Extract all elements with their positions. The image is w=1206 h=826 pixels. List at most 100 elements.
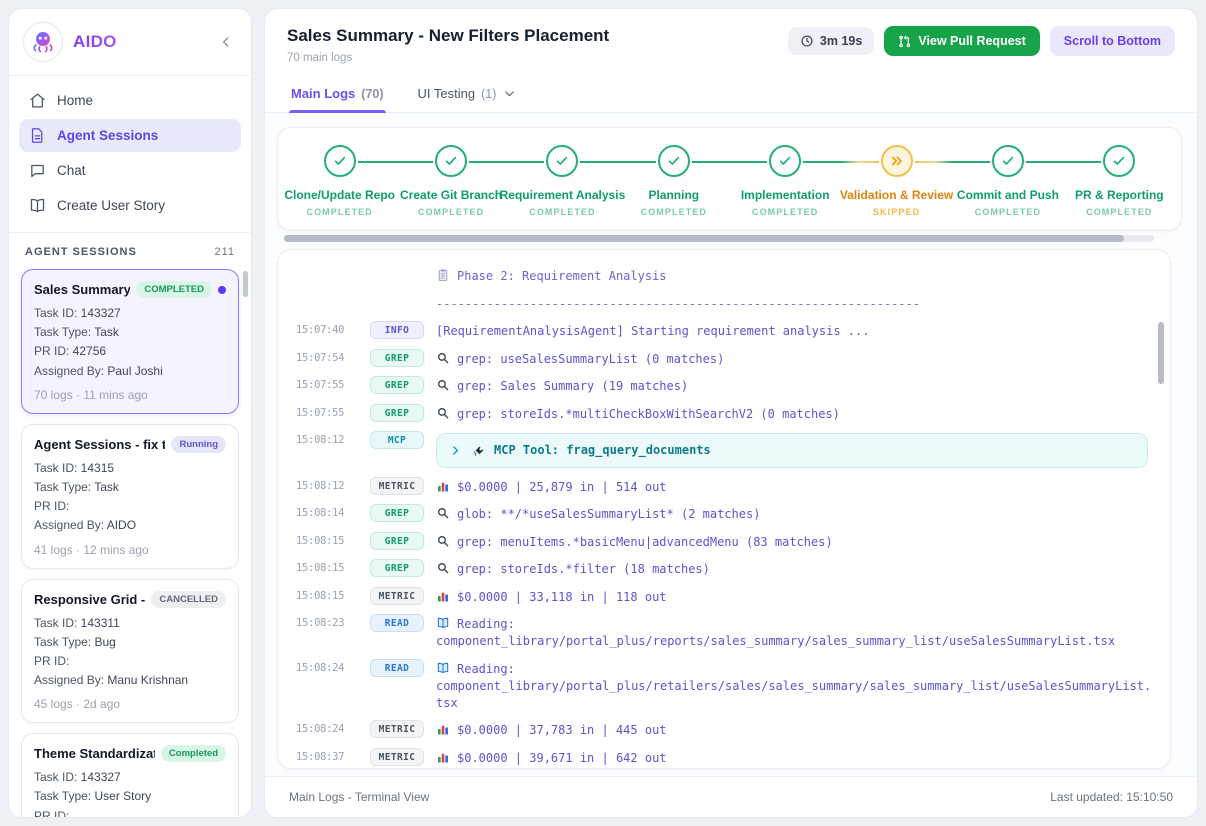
log-rows: Phase 2: Requirement Analysis-----------… — [296, 266, 1152, 769]
tab-label: UI Testing — [418, 86, 476, 101]
open-book-icon — [436, 616, 450, 630]
unread-dot — [218, 286, 226, 294]
sessions-header-label: AGENT SESSIONS — [25, 246, 137, 258]
pipeline-step-clone-update-repo: Clone/Update RepoCOMPLETED — [284, 145, 395, 217]
log-badge-info: INFO — [370, 321, 424, 339]
log-text: $0.0000 | 33,118 in | 118 out — [457, 590, 667, 604]
log-timestamp — [296, 266, 358, 269]
footer-last-updated: Last updated: 15:10:50 — [1050, 790, 1173, 804]
log-terminal-card: Phase 2: Requirement Analysis-----------… — [277, 249, 1171, 769]
step-connector — [618, 161, 656, 163]
check-icon[interactable] — [324, 145, 356, 177]
session-field: Task ID: 143327 — [34, 304, 226, 323]
check-icon[interactable] — [769, 145, 801, 177]
main-panel: Sales Summary - New Filters Placement 70… — [264, 8, 1198, 818]
log-text: grep: storeIds.*multiCheckBoxWithSearchV… — [457, 407, 840, 421]
step-connector — [580, 161, 618, 163]
session-field: Task Type: User Story — [34, 787, 226, 806]
session-field: Assigned By: AIDO — [34, 516, 226, 535]
session-card[interactable]: Theme Standardization...CompletedTask ID… — [21, 733, 239, 817]
log-badge-metric: METRIC — [370, 720, 424, 738]
session-title: Agent Sessions - fix the d... — [34, 437, 165, 452]
session-field: PR ID: — [34, 497, 226, 516]
log-timestamp: 15:08:24 — [296, 659, 358, 674]
pipeline-card: Clone/Update RepoCOMPLETEDCreate Git Bra… — [277, 127, 1182, 231]
step-status: COMPLETED — [418, 207, 484, 217]
tab-main-logs[interactable]: Main Logs(70) — [289, 76, 386, 112]
log-text: [RequirementAnalysisAgent] Starting requ… — [436, 324, 869, 338]
tab-ui-testing[interactable]: UI Testing(1) — [416, 76, 520, 112]
page-subtitle: 70 main logs — [287, 52, 609, 64]
step-status: COMPLETED — [641, 207, 707, 217]
log-row: 15:08:37METRIC$0.0000 | 39,671 in | 642 … — [296, 748, 1152, 767]
search-icon — [436, 506, 450, 520]
check-icon[interactable] — [658, 145, 690, 177]
log-message: grep: Sales Summary (19 matches) — [436, 376, 1152, 395]
log-timestamp: 15:08:24 — [296, 720, 358, 735]
log-message: grep: useSalesSummaryList (0 matches) — [436, 349, 1152, 368]
duration-pill: 3m 19s — [788, 27, 874, 55]
sidebar-item-chat[interactable]: Chat — [19, 154, 241, 187]
sidebar-item-create-user-story[interactable]: Create User Story — [19, 189, 241, 222]
main-content: Clone/Update RepoCOMPLETEDCreate Git Bra… — [265, 113, 1197, 776]
log-badge-metric: METRIC — [370, 477, 424, 495]
view-pull-request-button[interactable]: View Pull Request — [884, 26, 1039, 56]
check-icon[interactable] — [435, 145, 467, 177]
session-field: PR ID: 42756 — [34, 342, 226, 361]
log-message: $0.0000 | 25,879 in | 514 out — [436, 477, 1152, 496]
session-card[interactable]: Responsive Grid - addi...CANCELLEDTask I… — [21, 579, 239, 724]
sessions-scrollbar[interactable] — [243, 271, 248, 297]
mcp-tool-panel[interactable]: MCP Tool: frag_query_documents — [436, 433, 1148, 468]
log-badge-mcp: MCP — [370, 431, 424, 449]
sidebar-collapse-button[interactable] — [215, 31, 237, 53]
step-connector — [395, 161, 433, 163]
sessions-section-header: AGENT SESSIONS 211 — [9, 233, 251, 267]
log-row: 15:07:55GREPgrep: Sales Summary (19 matc… — [296, 376, 1152, 395]
log-timestamp — [296, 294, 358, 297]
view-pr-label: View Pull Request — [918, 34, 1025, 48]
log-vertical-scrollbar-thumb[interactable] — [1158, 322, 1164, 384]
step-label: Requirement Analysis — [500, 188, 626, 202]
bar-chart-icon — [436, 479, 450, 493]
search-icon — [436, 561, 450, 575]
check-icon[interactable] — [1103, 145, 1135, 177]
log-badge-grep: GREP — [370, 376, 424, 394]
log-timestamp: 15:08:12 — [296, 431, 358, 446]
step-label: Planning — [648, 188, 699, 202]
log-timestamp: 15:08:15 — [296, 587, 358, 602]
step-label: PR & Reporting — [1075, 188, 1164, 202]
search-icon — [436, 534, 450, 548]
skip-icon[interactable] — [881, 145, 913, 177]
step-connector — [507, 161, 545, 163]
sidebar: AIDO HomeAgent SessionsChatCreate User S… — [8, 8, 252, 818]
check-icon[interactable] — [992, 145, 1024, 177]
log-text: Reading: component_library/portal_plus/r… — [436, 617, 1115, 648]
log-text: glob: **/*useSalesSummaryList* (2 matche… — [457, 507, 760, 521]
check-icon[interactable] — [546, 145, 578, 177]
chevron-down-icon — [502, 86, 517, 101]
log-divider: ----------------------------------------… — [296, 294, 1152, 313]
document-icon — [29, 127, 46, 144]
sidebar-item-label: Create User Story — [57, 198, 165, 213]
sidebar-item-agent-sessions[interactable]: Agent Sessions — [19, 119, 241, 152]
chevron-right-icon — [449, 444, 462, 457]
step-connector — [841, 161, 879, 163]
pipeline-step-create-git-branch: Create Git BranchCOMPLETED — [395, 145, 506, 217]
sidebar-item-label: Agent Sessions — [57, 128, 158, 143]
scroll-to-bottom-button[interactable]: Scroll to Bottom — [1050, 26, 1175, 56]
horizontal-scrollbar-thumb[interactable] — [284, 235, 1124, 242]
sessions-list: Sales Summary - N...COMPLETEDTask ID: 14… — [9, 267, 251, 817]
log-row: 15:07:55GREPgrep: storeIds.*multiCheckBo… — [296, 404, 1152, 423]
session-card[interactable]: Sales Summary - N...COMPLETEDTask ID: 14… — [21, 269, 239, 414]
log-row: 15:07:54GREPgrep: useSalesSummaryList (0… — [296, 349, 1152, 368]
log-row: 15:08:15GREPgrep: menuItems.*basicMenu|a… — [296, 532, 1152, 551]
log-timestamp: 15:08:12 — [296, 477, 358, 492]
log-row: 15:08:23READReading: component_library/p… — [296, 614, 1152, 650]
step-connector — [469, 161, 507, 163]
session-field: Task Type: Bug — [34, 633, 226, 652]
log-message: $0.0000 | 33,118 in | 118 out — [436, 587, 1152, 606]
log-badge-metric: METRIC — [370, 748, 424, 766]
session-title: Sales Summary - N... — [34, 282, 130, 297]
session-card[interactable]: Agent Sessions - fix the d...RunningTask… — [21, 424, 239, 569]
sidebar-item-home[interactable]: Home — [19, 84, 241, 117]
